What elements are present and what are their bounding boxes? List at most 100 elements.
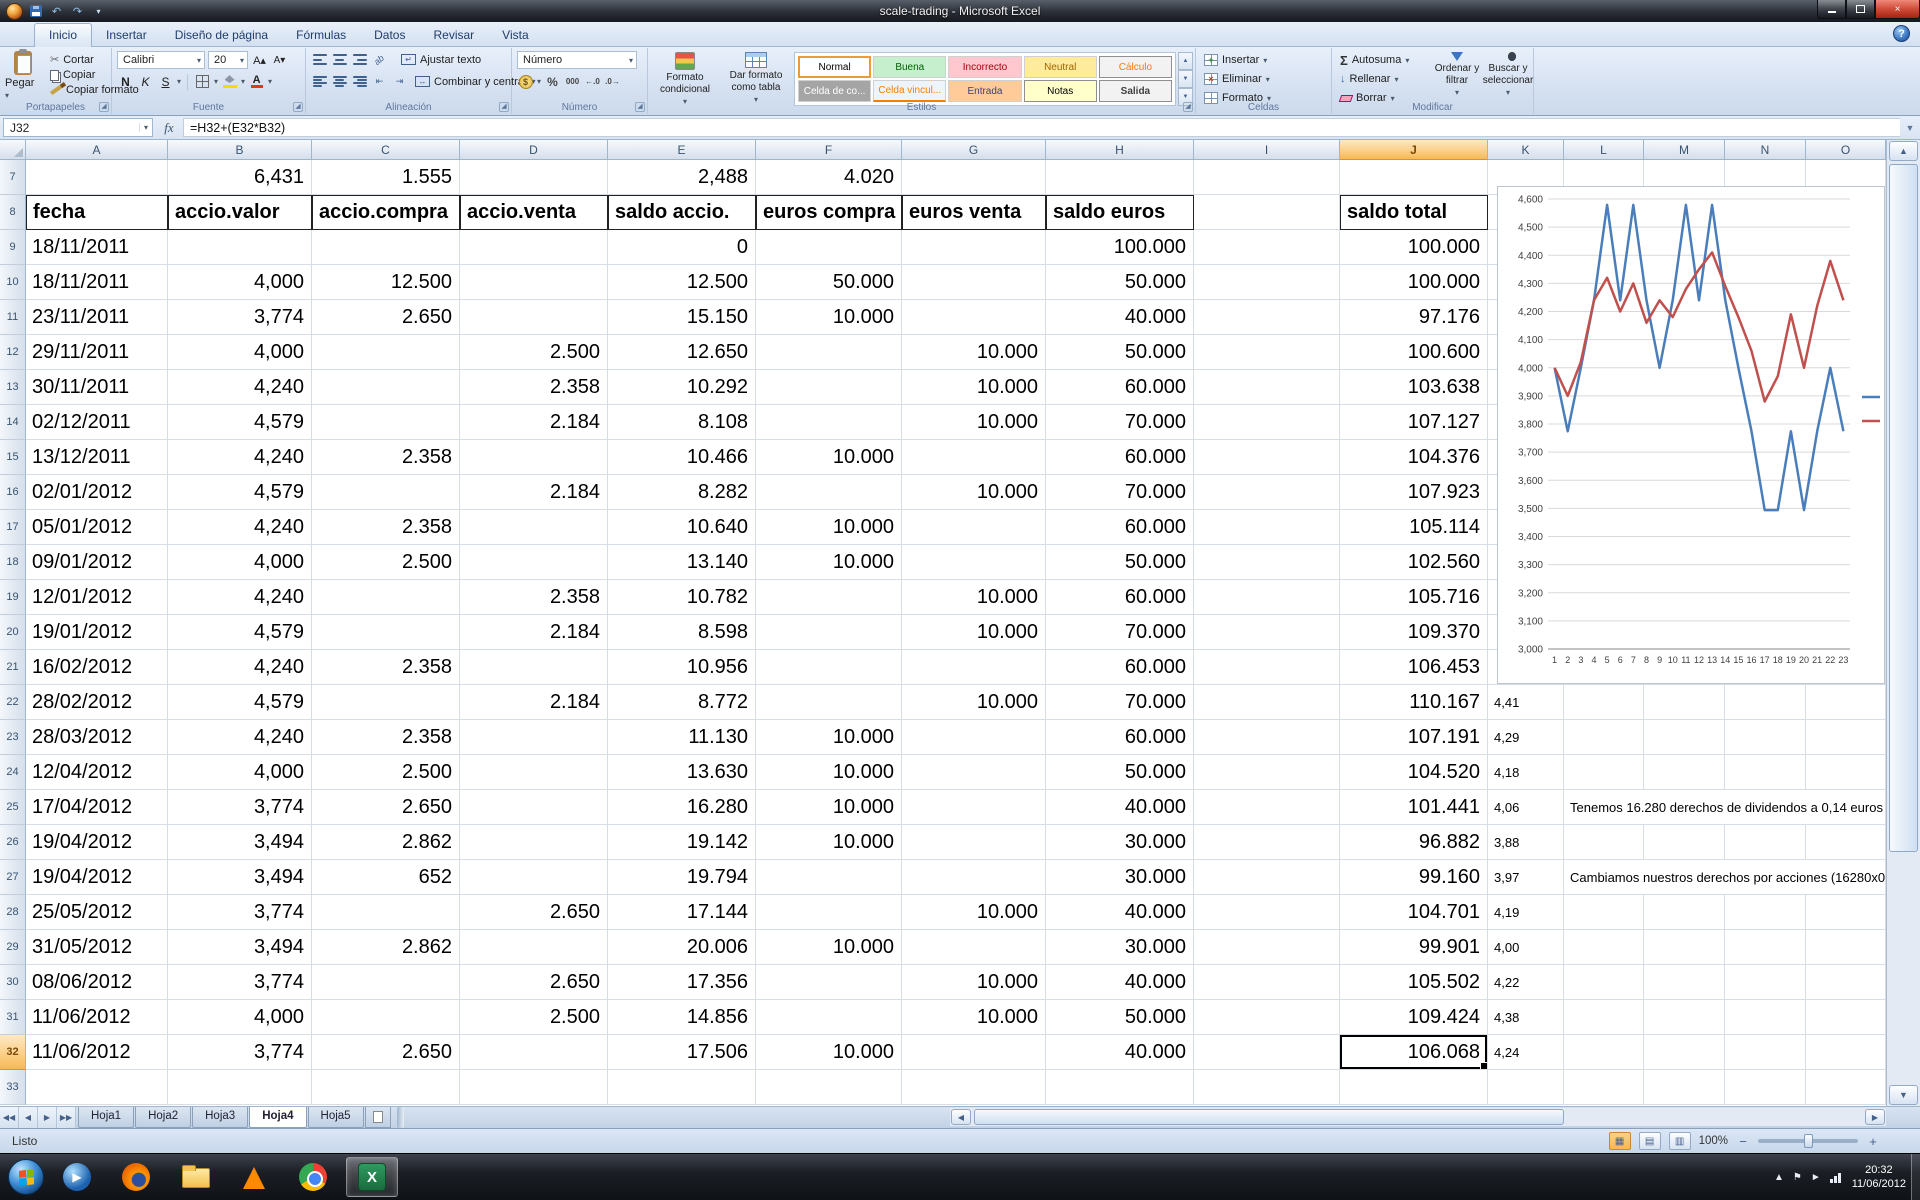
cell-M24[interactable] <box>1644 755 1725 790</box>
cell-D12[interactable]: 2.500 <box>460 335 608 370</box>
cell-I28[interactable] <box>1194 895 1340 930</box>
cell-F26[interactable]: 10.000 <box>756 825 902 860</box>
cell-J16[interactable]: 107.923 <box>1340 475 1488 510</box>
delete-cells-button[interactable]: ×Eliminar▾ <box>1204 70 1271 88</box>
cell-L26[interactable] <box>1564 825 1644 860</box>
cell-H8[interactable]: saldo euros <box>1046 195 1194 230</box>
cell-B23[interactable]: 4,240 <box>168 720 312 755</box>
scroll-right-icon[interactable]: ▶ <box>1865 1109 1885 1125</box>
cell-A28[interactable]: 25/05/2012 <box>26 895 168 930</box>
cell-C12[interactable] <box>312 335 460 370</box>
cell-style-chip[interactable]: Buena <box>873 56 946 78</box>
cell-A21[interactable]: 16/02/2012 <box>26 650 168 685</box>
tray-expand-icon[interactable]: ▲ <box>1774 1172 1784 1183</box>
cell-A33[interactable] <box>26 1070 168 1105</box>
cell-I20[interactable] <box>1194 615 1340 650</box>
cell-E8[interactable]: saldo accio. <box>608 195 756 230</box>
cell-J26[interactable]: 96.882 <box>1340 825 1488 860</box>
cell-H32[interactable]: 40.000 <box>1046 1035 1194 1070</box>
cell-H16[interactable]: 70.000 <box>1046 475 1194 510</box>
cell-J20[interactable]: 109.370 <box>1340 615 1488 650</box>
row-header-21[interactable]: 21 <box>0 650 26 685</box>
cell-style-chip[interactable]: Normal <box>798 56 871 78</box>
cell-K26[interactable]: 3,88 <box>1488 825 1564 860</box>
cell-F16[interactable] <box>756 475 902 510</box>
insert-worksheet-button[interactable] <box>365 1107 391 1128</box>
cell-G19[interactable]: 10.000 <box>902 580 1046 615</box>
dialog-launcher-icon[interactable]: ◢ <box>499 102 509 112</box>
horizontal-scroll-thumb[interactable] <box>974 1109 1564 1125</box>
cell-C9[interactable] <box>312 230 460 265</box>
cell-B25[interactable]: 3,774 <box>168 790 312 825</box>
cell-B20[interactable]: 4,579 <box>168 615 312 650</box>
cell-N23[interactable] <box>1725 720 1806 755</box>
number-format-select[interactable]: Número▾ <box>517 51 637 69</box>
cell-K32[interactable]: 4,24 <box>1488 1035 1564 1070</box>
cell-H14[interactable]: 70.000 <box>1046 405 1194 440</box>
ribbon-tab-diseño-de-página[interactable]: Diseño de página <box>161 24 282 46</box>
cell-E23[interactable]: 11.130 <box>608 720 756 755</box>
cell-L29[interactable] <box>1564 930 1644 965</box>
row-header-27[interactable]: 27 <box>0 860 26 895</box>
cell-C19[interactable] <box>312 580 460 615</box>
cell-K27[interactable]: 3,97 <box>1488 860 1564 895</box>
cell-C30[interactable] <box>312 965 460 1000</box>
cell-B7[interactable]: 6,431 <box>168 160 312 195</box>
cell-N26[interactable] <box>1725 825 1806 860</box>
cell-D17[interactable] <box>460 510 608 545</box>
cell-G20[interactable]: 10.000 <box>902 615 1046 650</box>
cell-E22[interactable]: 8.772 <box>608 685 756 720</box>
cell-I14[interactable] <box>1194 405 1340 440</box>
row-header-12[interactable]: 12 <box>0 335 26 370</box>
tab-splitter[interactable] <box>397 1107 404 1128</box>
cell-C7[interactable]: 1.555 <box>312 160 460 195</box>
cell-C20[interactable] <box>312 615 460 650</box>
cell-E27[interactable]: 19.794 <box>608 860 756 895</box>
cell-style-chip[interactable]: Celda de co... <box>798 80 871 102</box>
cell-M23[interactable] <box>1644 720 1725 755</box>
cell-J21[interactable]: 106.453 <box>1340 650 1488 685</box>
cell-A9[interactable]: 18/11/2011 <box>26 230 168 265</box>
cell-C13[interactable] <box>312 370 460 405</box>
sheet-tab-hoja2[interactable]: Hoja2 <box>135 1107 191 1128</box>
cell-D14[interactable]: 2.184 <box>460 405 608 440</box>
cell-M31[interactable] <box>1644 1000 1725 1035</box>
taskbar-firefox[interactable] <box>110 1157 162 1197</box>
embedded-chart[interactable]: 4,6004,5004,4004,3004,2004,1004,0003,900… <box>1497 186 1885 684</box>
dialog-launcher-icon[interactable]: ◢ <box>293 102 303 112</box>
cell-I30[interactable] <box>1194 965 1340 1000</box>
cell-B26[interactable]: 3,494 <box>168 825 312 860</box>
ribbon-tab-vista[interactable]: Vista <box>488 24 542 46</box>
cell-G32[interactable] <box>902 1035 1046 1070</box>
cell-L33[interactable] <box>1564 1070 1644 1105</box>
cell-B14[interactable]: 4,579 <box>168 405 312 440</box>
cell-D20[interactable]: 2.184 <box>460 615 608 650</box>
cell-F17[interactable]: 10.000 <box>756 510 902 545</box>
row-header-7[interactable]: 7 <box>0 160 26 195</box>
row-header-33[interactable]: 33 <box>0 1070 26 1105</box>
fill-dropdown-icon[interactable]: ▾ <box>241 77 245 86</box>
row-header-28[interactable]: 28 <box>0 895 26 930</box>
cell-I24[interactable] <box>1194 755 1340 790</box>
cell-I12[interactable] <box>1194 335 1340 370</box>
cell-F7[interactable]: 4.020 <box>756 160 902 195</box>
cell-J11[interactable]: 97.176 <box>1340 300 1488 335</box>
cell-F32[interactable]: 10.000 <box>756 1035 902 1070</box>
column-header-A[interactable]: A <box>26 140 168 160</box>
cell-O30[interactable] <box>1806 965 1886 1000</box>
cell-L24[interactable] <box>1564 755 1644 790</box>
cell-B31[interactable]: 4,000 <box>168 1000 312 1035</box>
cell-N31[interactable] <box>1725 1000 1806 1035</box>
cell-H23[interactable]: 60.000 <box>1046 720 1194 755</box>
cell-D9[interactable] <box>460 230 608 265</box>
cell-H27[interactable]: 30.000 <box>1046 860 1194 895</box>
cell-E13[interactable]: 10.292 <box>608 370 756 405</box>
cell-G29[interactable] <box>902 930 1046 965</box>
cell-F28[interactable] <box>756 895 902 930</box>
cell-K30[interactable]: 4,22 <box>1488 965 1564 1000</box>
cell-E7[interactable]: 2,488 <box>608 160 756 195</box>
cell-G17[interactable] <box>902 510 1046 545</box>
cell-E19[interactable]: 10.782 <box>608 580 756 615</box>
row-header-31[interactable]: 31 <box>0 1000 26 1035</box>
cell-B16[interactable]: 4,579 <box>168 475 312 510</box>
